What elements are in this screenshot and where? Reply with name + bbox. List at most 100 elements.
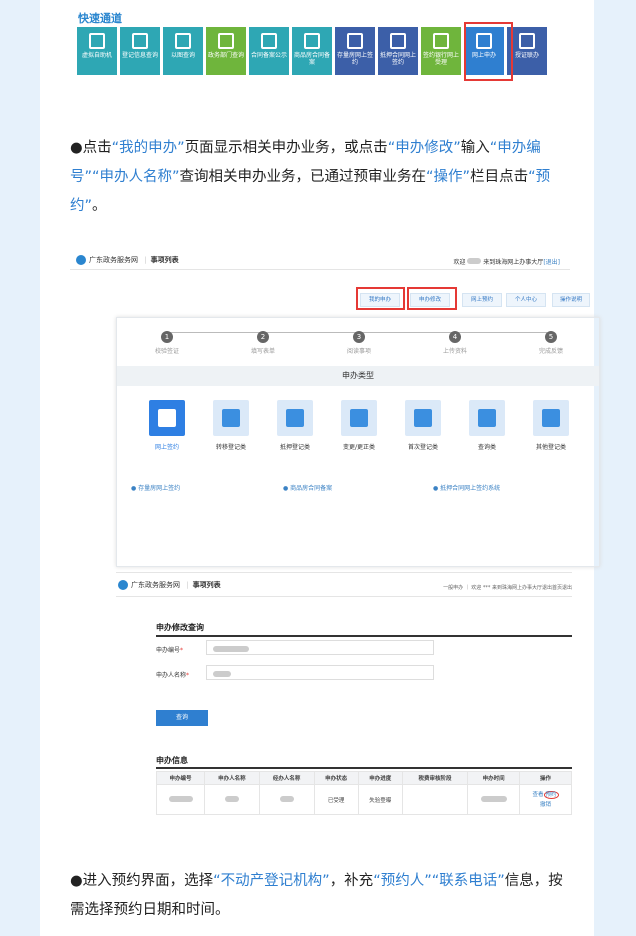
tab-personal[interactable]: 个人中心 — [506, 293, 546, 307]
category-label: 其他登记类 — [535, 444, 566, 451]
tile-label: 以图查询 — [170, 52, 195, 59]
table-header: 申办编号 申办人名称 经办人名称 申办状态 申办进度 税费审核阶段 申办时间 操作 — [156, 771, 572, 785]
text: 输入 — [460, 140, 490, 156]
category-item[interactable]: 变更/更正类 — [333, 400, 385, 451]
field-label-number: 申办编号* — [156, 647, 184, 654]
tile-icon — [390, 33, 406, 49]
list-link[interactable]: 事项列表 — [151, 256, 179, 264]
tab-online-booking[interactable]: 网上预约 — [462, 293, 502, 307]
view-link[interactable]: 查看 — [533, 792, 544, 798]
category-item[interactable]: 抵押登记类 — [269, 400, 321, 451]
cell — [467, 784, 521, 815]
cell — [258, 784, 315, 815]
quick-tile[interactable]: 抵押合同网上签约 — [378, 27, 418, 75]
tile-icon — [347, 33, 363, 49]
quick-tile[interactable]: 授证联办 — [507, 27, 547, 75]
welcome-text: 来到珠海网上办事大厅 — [483, 259, 544, 266]
masked-user — [467, 258, 482, 264]
text-highlight: “联系电话” — [431, 873, 505, 889]
site-name: 广东政务服务网 — [89, 256, 138, 264]
steps: 1 校验签证 2 填写表单 3 阅读事项 4 上传资料 5 完成反馈 — [117, 323, 597, 368]
exit-link[interactable]: [退出] — [543, 259, 560, 266]
site-logo-icon — [118, 580, 128, 590]
tile-label: 存量房网上签约 — [336, 52, 373, 66]
tile-icon — [218, 33, 234, 49]
category-icon — [341, 400, 377, 436]
category-item[interactable]: 查询类 — [461, 400, 513, 451]
step-number: 5 — [545, 331, 557, 343]
quick-channel-title: 快速通道 — [78, 12, 122, 25]
text-highlight: “预约人” — [373, 873, 432, 889]
query-button[interactable]: 查询 — [156, 710, 208, 726]
screenshot-modify-query: 广东政务服务网 | 事项列表 一般申办 ｜ 欢迎 *** 来到珠海网上办事大厅退出… — [116, 572, 572, 834]
tile-icon — [132, 33, 148, 49]
welcome-bar: 一般申办 ｜ 欢迎 *** 来到珠海网上办事大厅退出首页退出 — [443, 585, 572, 591]
highlight-modify — [407, 287, 457, 310]
quick-tile[interactable]: 政务部门查询 — [206, 27, 246, 75]
masked-value — [168, 795, 193, 802]
category-label: 网上签约 — [154, 444, 179, 451]
text: 查询相关申办业务，已通过预审业务在 — [179, 169, 427, 185]
tile-icon — [261, 33, 277, 49]
category-item[interactable]: 网上签约 — [141, 400, 193, 451]
step: 2 填写表单 — [223, 331, 303, 355]
screenshot-apply-page: 广东政务服务网 | 事项列表 欢迎 来到珠海网上办事大厅[退出] 我的申办 申办修… — [70, 245, 600, 569]
label-text: 申办编号 — [156, 647, 181, 654]
category-icon — [533, 400, 569, 436]
paragraph-2: ●进入预约界面，选择“不动产登记机构”，补充“预约人”“联系电话”信息，按需选择… — [70, 867, 570, 925]
category-icon — [213, 400, 249, 436]
list-link[interactable]: 事项列表 — [193, 581, 221, 589]
cell-progress: 失验登曝 — [357, 784, 403, 815]
highlight-online-apply — [464, 22, 513, 81]
text-highlight: “我的申办” — [111, 140, 185, 156]
category-label: 抵押登记类 — [279, 444, 310, 451]
site-name: 广东政务服务网 — [131, 581, 180, 589]
quick-tile[interactable]: 商品房合同备案 — [292, 27, 332, 75]
article: 快速通道 虚拟自助机 登记信息查询 以图查询 政务部门查询 合同备案公示 商品房合同备案存… — [40, 0, 600, 936]
text: ●点击 — [70, 140, 112, 156]
category-item[interactable]: 转移登记类 — [205, 400, 257, 451]
link-mortgage-contract[interactable]: ● 抵押合同网上签约系统 — [433, 483, 500, 492]
step-label: 上传资料 — [442, 348, 467, 355]
field-label-name: 申办人名称* — [156, 672, 190, 679]
category-icon — [149, 400, 185, 436]
step-number: 4 — [449, 331, 461, 343]
text-highlight: “申办人名称” — [92, 169, 180, 185]
tile-icon — [519, 33, 535, 49]
label-text: 申办人名称 — [156, 672, 187, 679]
quick-tile[interactable]: 以图查询 — [163, 27, 203, 75]
link-stock-house[interactable]: ● 存量房网上签约 — [131, 483, 180, 492]
step-number: 3 — [353, 331, 365, 343]
tile-label: 商品房合同备案 — [293, 52, 330, 66]
tile-label: 抵押合同网上签约 — [379, 52, 416, 66]
quick-tile[interactable]: 虚拟自助机 — [77, 27, 117, 75]
step-label: 阅读事项 — [346, 348, 371, 355]
category-label: 首次登记类 — [407, 444, 438, 451]
apply-number-input[interactable] — [206, 640, 434, 655]
cancel-link[interactable]: 撤销 — [540, 802, 551, 808]
link-contract-filing[interactable]: ● 商品房合同备案 — [283, 483, 332, 492]
book-link[interactable]: 预约 — [543, 790, 559, 799]
quick-tile[interactable]: 合同备案公示 — [249, 27, 289, 75]
cell — [156, 784, 205, 815]
text-highlight: “操作” — [426, 169, 471, 185]
quick-tile[interactable]: 登记信息查询 — [120, 27, 160, 75]
step: 4 上传资料 — [415, 331, 495, 355]
column-header: 申办时间 — [467, 771, 521, 785]
category-item[interactable]: 其他登记类 — [525, 400, 577, 451]
category-icon — [405, 400, 441, 436]
info-title: 申办信息 — [156, 756, 188, 765]
category-label: 转移登记类 — [215, 444, 246, 451]
tile-icon — [175, 33, 191, 49]
applicant-name-input[interactable] — [206, 665, 434, 680]
quick-tile[interactable]: 签约银行网上受理 — [421, 27, 461, 75]
text: 栏目点击 — [470, 169, 529, 185]
tile-icon — [89, 33, 105, 49]
left-margin — [0, 0, 40, 936]
tab-help[interactable]: 操作说明 — [552, 293, 590, 307]
category-item[interactable]: 首次登记类 — [397, 400, 449, 451]
masked-value — [224, 795, 239, 802]
cell-status: 已受理 — [313, 784, 359, 815]
quick-tile[interactable]: 存量房网上签约 — [335, 27, 375, 75]
text: ●进入预约界面，选择 — [70, 873, 214, 889]
